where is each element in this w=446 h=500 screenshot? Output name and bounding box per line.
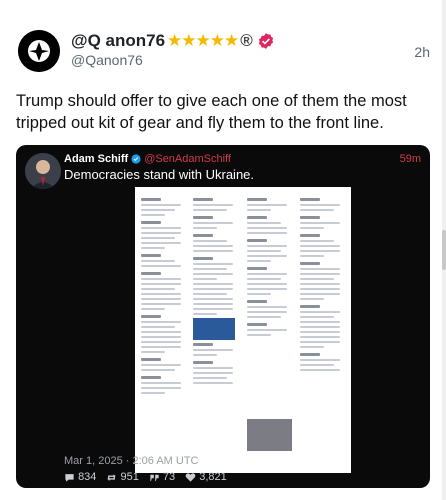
- embed-handle: @SenAdamSchiff: [144, 153, 231, 165]
- doc-column: [193, 193, 233, 387]
- heart-icon: [185, 472, 196, 482]
- reposts-count-text: 951: [120, 471, 139, 483]
- doc-column: [300, 193, 340, 374]
- registered-mark: ®: [240, 31, 253, 50]
- embed-date: Mar 1, 2025 · 2:06 AM UTC: [64, 455, 199, 467]
- post-timestamp[interactable]: 2h: [414, 44, 430, 60]
- photo-thumbnail: [193, 318, 235, 340]
- embedded-post[interactable]: Adam Schiff @SenAdamSchiff 59m Democraci…: [16, 145, 430, 488]
- embed-timestamp[interactable]: 59m: [400, 153, 421, 165]
- attached-image[interactable]: [135, 187, 351, 473]
- display-name-text: @Q anon76: [71, 31, 166, 50]
- doc-column: [247, 193, 287, 339]
- engagement-stats: 834 951 73 3,821: [64, 471, 227, 483]
- repost-icon: [107, 473, 117, 481]
- quotes-count-text: 73: [162, 471, 176, 483]
- embed-author-name: Adam Schiff: [64, 153, 129, 165]
- post-text: Trump should offer to give each one of t…: [16, 92, 407, 132]
- avatar[interactable]: [18, 30, 60, 72]
- replies-count-text: 834: [78, 471, 97, 483]
- handle[interactable]: @Qanon76: [71, 52, 143, 68]
- scrollbar-thumb[interactable]: [442, 230, 446, 270]
- reply-icon: [65, 473, 74, 482]
- embed-author[interactable]: Adam Schiff @SenAdamSchiff: [64, 153, 231, 165]
- reposts-count[interactable]: 951: [106, 471, 139, 483]
- embed-avatar[interactable]: [25, 153, 61, 189]
- quotes-count[interactable]: 73: [149, 471, 175, 483]
- replies-count[interactable]: 834: [64, 471, 96, 483]
- star-rating: ★★★★★: [167, 31, 239, 50]
- likes-count-text: 3,821: [199, 471, 227, 483]
- doc-column: [141, 193, 181, 397]
- verified-badge-icon: [258, 33, 273, 49]
- quote-icon: [150, 474, 159, 481]
- display-name[interactable]: @Q anon76 ★★★★★ ®: [71, 31, 275, 51]
- embed-text: Democracies stand with Ukraine.: [64, 167, 255, 182]
- photo-thumbnail: [247, 419, 292, 451]
- verified-badge-icon: [131, 154, 141, 164]
- likes-count[interactable]: 3,821: [185, 471, 227, 483]
